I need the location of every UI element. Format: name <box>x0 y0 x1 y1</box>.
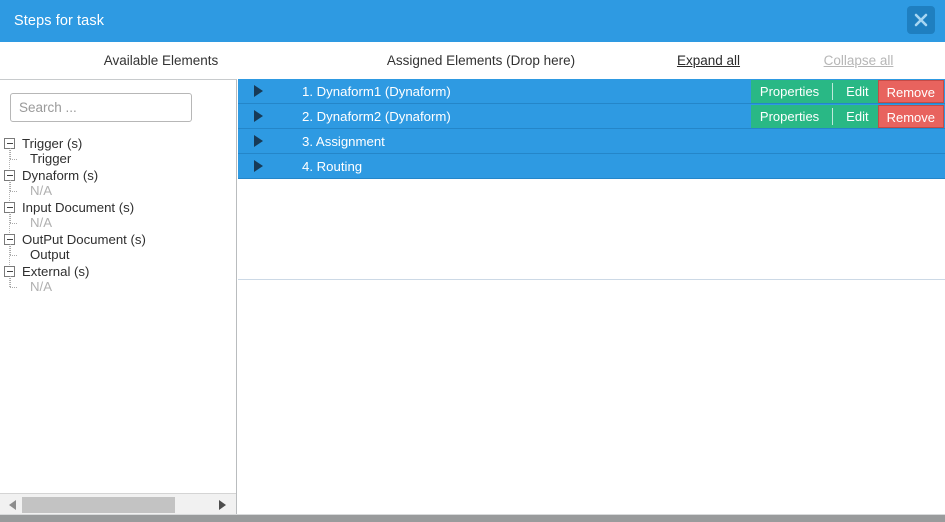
step-row[interactable]: 4. Routing <box>238 154 945 179</box>
tree-child-label: Trigger <box>30 151 72 166</box>
assigned-elements-droplist[interactable]: 1. Dynaform1 (Dynaform) Properties Edit Rem… <box>238 79 945 280</box>
close-button[interactable] <box>907 6 935 34</box>
tree-group[interactable]: External (s) <box>0 263 236 279</box>
steps-for-task-dialog: Steps for task Available Elements Assign… <box>0 0 945 522</box>
edit-button[interactable]: Edit <box>837 105 878 128</box>
step-label: 4. Routing <box>302 159 363 174</box>
tree-group-label: OutPut Document (s) <box>22 232 146 248</box>
tree-group-label: External (s) <box>22 264 90 280</box>
edit-button[interactable]: Edit <box>837 80 878 103</box>
collapse-all-link[interactable]: Collapse all <box>777 42 940 78</box>
tree-group[interactable]: Dynaform (s) <box>0 167 236 183</box>
scroll-left-button[interactable] <box>3 494 22 515</box>
properties-button[interactable]: Properties <box>750 80 829 103</box>
left-panel-horizontal-scrollbar[interactable] <box>0 493 236 515</box>
assigned-elements-header: Assigned Elements (Drop here) <box>386 53 576 68</box>
scroll-right-button[interactable] <box>213 494 232 515</box>
button-separator <box>828 80 838 103</box>
scrollbar-thumb[interactable] <box>22 497 175 513</box>
close-icon <box>914 13 928 27</box>
assigned-elements-panel: 1. Dynaform1 (Dynaform) Properties Edit Rem… <box>238 79 945 515</box>
available-elements-header: Available Elements <box>103 53 219 68</box>
triangle-right-icon[interactable] <box>254 110 263 122</box>
tree-group[interactable]: Trigger (s) <box>0 135 236 151</box>
elements-tree: Trigger (s) Trigger Dynaform (s) N/A Input D… <box>0 135 236 295</box>
triangle-right-icon[interactable] <box>254 160 263 172</box>
step-actions: Properties Edit Remove <box>750 105 944 128</box>
tree-child-label: N/A <box>30 183 52 198</box>
tree-group[interactable]: Input Document (s) <box>0 199 236 215</box>
step-row[interactable]: 3. Assignment <box>238 129 945 154</box>
available-elements-panel: Trigger (s)TriggerDynaform (s)N/AInput D… <box>0 79 237 515</box>
triangle-right-icon[interactable] <box>254 85 263 97</box>
tree-child-label: N/A <box>30 279 52 294</box>
tree-group-label: Dynaform (s) <box>22 168 99 184</box>
tree-child-label: Output <box>30 247 70 262</box>
step-actions: Properties Edit Remove <box>750 80 944 103</box>
properties-button[interactable]: Properties <box>750 105 829 128</box>
tree-group-label: Input Document (s) <box>22 200 135 216</box>
step-row[interactable]: 1. Dynaform1 (Dynaform) Properties Edit Rem… <box>238 79 945 104</box>
triangle-right-icon[interactable] <box>254 135 263 147</box>
tree-child[interactable]: Output <box>0 244 236 263</box>
expand-all-link[interactable]: Expand all <box>640 42 777 78</box>
dialog-titlebar: Steps for task <box>0 0 945 42</box>
search-wrapper <box>10 93 192 122</box>
tree-child[interactable]: Trigger <box>0 148 236 167</box>
tree-group[interactable]: OutPut Document (s) <box>0 231 236 247</box>
dialog-title: Steps for task <box>14 13 105 29</box>
search-input[interactable] <box>10 93 192 122</box>
step-row[interactable]: 2. Dynaform2 (Dynaform) Properties Edit Rem… <box>238 104 945 129</box>
column-header-row: Available Elements Assigned Elements (Dr… <box>0 42 945 78</box>
remove-button[interactable]: Remove <box>877 80 944 103</box>
tree-group-label: Trigger (s) <box>22 136 83 152</box>
triangle-right-icon <box>218 500 226 510</box>
bottom-bar <box>0 515 945 522</box>
tree-child[interactable]: N/A <box>0 180 236 199</box>
tree-child[interactable]: N/A <box>0 276 236 295</box>
tree-child-label: N/A <box>30 215 52 230</box>
tree-child[interactable]: N/A <box>0 212 236 231</box>
triangle-left-icon <box>8 500 16 510</box>
step-label: 3. Assignment <box>302 134 385 149</box>
remove-button[interactable]: Remove <box>877 105 944 128</box>
step-label: 2. Dynaform2 (Dynaform) <box>302 109 451 124</box>
step-label: 1. Dynaform1 (Dynaform) <box>302 84 451 99</box>
button-separator <box>828 105 838 128</box>
